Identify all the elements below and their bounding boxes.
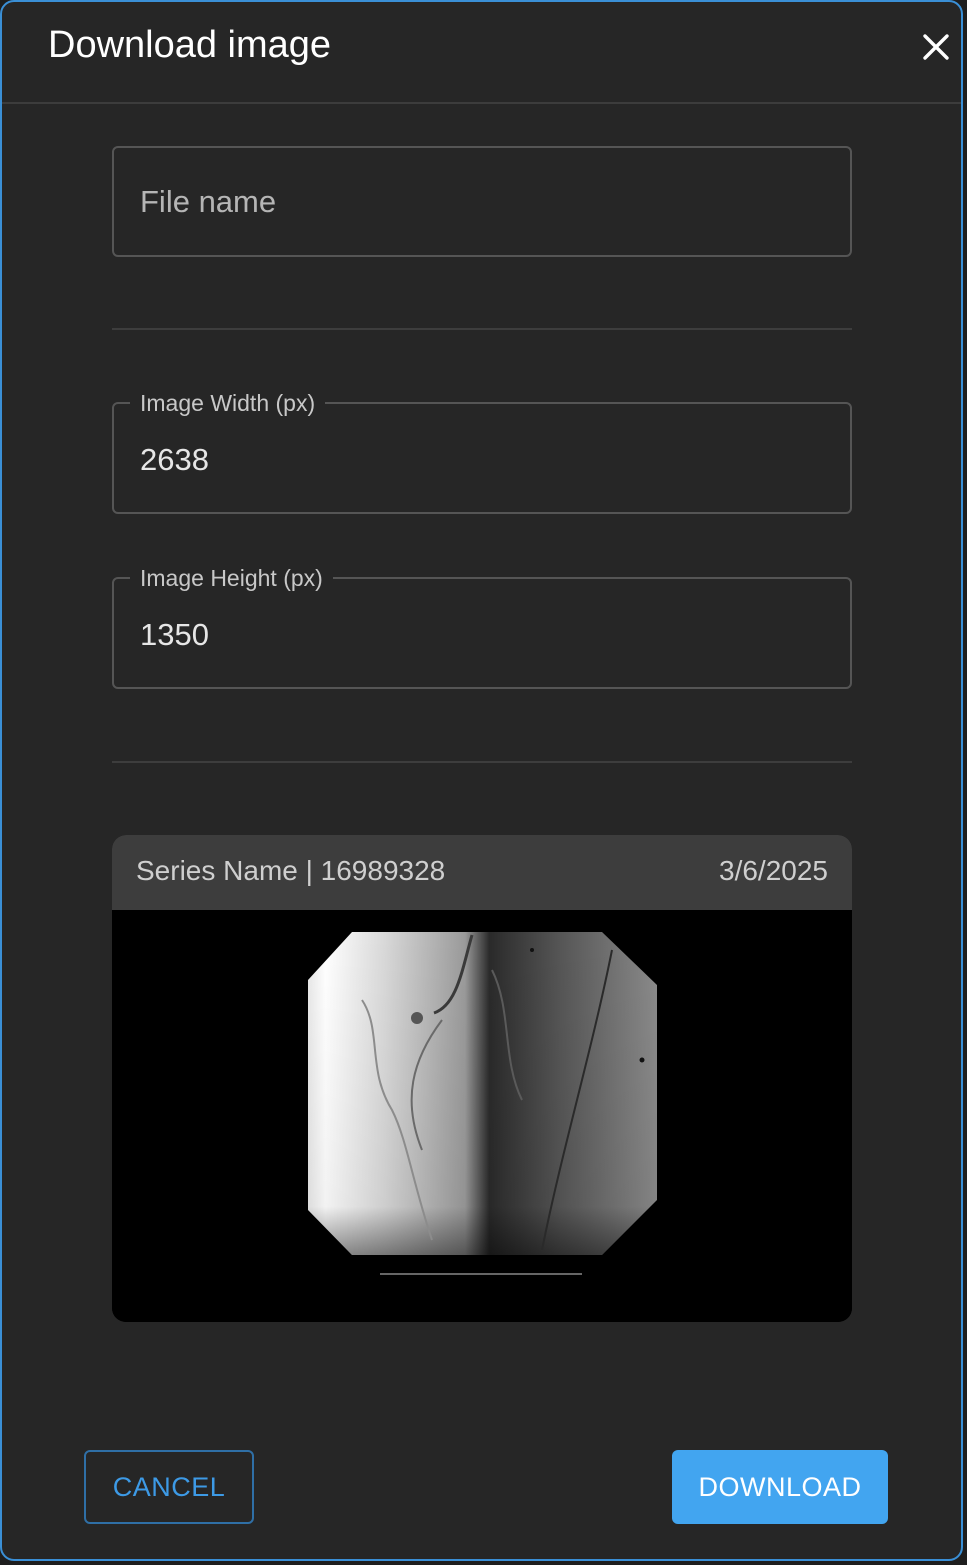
cancel-button[interactable]: CANCEL xyxy=(84,1450,254,1524)
dialog-title: Download image xyxy=(48,24,332,66)
preview-header: Series Name | 16989328 3/6/2025 xyxy=(112,835,852,910)
xray-preview-image xyxy=(112,910,852,1322)
file-name-input[interactable] xyxy=(140,148,820,255)
divider xyxy=(112,328,852,330)
image-width-input[interactable] xyxy=(140,414,820,506)
image-preview-card: Series Name | 16989328 3/6/2025 xyxy=(112,835,852,1322)
series-name: Series Name | 16989328 xyxy=(136,855,446,886)
image-width-field: Image Width (px) xyxy=(112,387,852,514)
dialog-header: Download image xyxy=(2,2,961,104)
divider xyxy=(112,761,852,763)
image-height-field: Image Height (px) xyxy=(112,562,852,689)
download-button[interactable]: DOWNLOAD xyxy=(672,1450,888,1524)
series-date: 3/6/2025 xyxy=(719,855,828,886)
file-name-field xyxy=(112,146,852,257)
download-image-dialog: Download image Image Width (px) Image He… xyxy=(0,0,963,1561)
close-icon[interactable] xyxy=(916,27,956,67)
image-height-input[interactable] xyxy=(140,589,820,681)
